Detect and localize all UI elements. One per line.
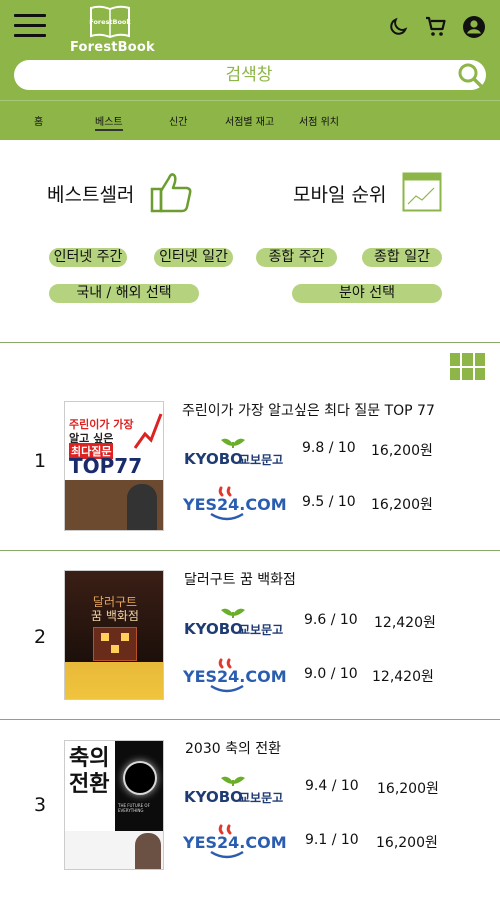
search-bar: [14, 60, 486, 90]
search-icon[interactable]: [456, 61, 484, 89]
cover-line: 꿈 백화점: [91, 609, 139, 623]
kyobo-logo[interactable]: KYOBO 교보문고: [183, 434, 289, 474]
filter-total-daily[interactable]: 종합 일간: [362, 248, 442, 267]
price: 16,200원: [377, 781, 439, 797]
tab-store-stock[interactable]: 서점별 재고: [225, 113, 274, 128]
kyobo-logo[interactable]: KYOBO 교보문고: [183, 604, 289, 644]
filter-internet-weekly[interactable]: 인터넷 주간: [49, 248, 127, 267]
search-input[interactable]: [14, 60, 454, 90]
tab-store-location[interactable]: 서점 위치: [299, 113, 339, 128]
kyobo-ko: 교보문고: [239, 791, 283, 805]
book-cover[interactable]: 달러구트 꿈 백화점: [64, 570, 164, 700]
divider: [0, 550, 500, 551]
book-title[interactable]: 달러구트 꿈 백화점: [184, 569, 296, 589]
nav-tabs: 홈 베스트 신간 서점별 재고 서점 위치: [0, 100, 500, 140]
rating: 9.8 / 10: [302, 440, 356, 456]
yes24-text: YES24.COM: [183, 495, 287, 514]
kyobo-en: KYOBO: [184, 450, 243, 468]
yes24-text: YES24.COM: [183, 667, 287, 686]
app-header: ForestBook ForestBook: [0, 0, 500, 100]
cover-line: THE FUTURE OF EVERYTHING: [118, 803, 150, 813]
rating: 9.4 / 10: [305, 778, 359, 794]
divider: [0, 342, 500, 343]
rank-number: 1: [33, 450, 47, 472]
menu-icon[interactable]: [14, 14, 46, 38]
cover-line: 전환: [69, 772, 110, 797]
kyobo-ko: 교보문고: [239, 453, 283, 467]
chart-icon: [402, 172, 442, 216]
price: 16,200원: [371, 497, 433, 513]
logo[interactable]: ForestBook ForestBook: [70, 4, 155, 56]
mobile-rank-title[interactable]: 모바일 순위: [293, 180, 386, 207]
kyobo-logo[interactable]: KYOBO 교보문고: [183, 772, 289, 812]
logo-text: ForestBook: [70, 40, 155, 55]
cart-icon[interactable]: [422, 13, 450, 41]
tab-new[interactable]: 신간: [169, 113, 187, 128]
book-title[interactable]: 2030 축의 전환: [185, 738, 281, 758]
rating: 9.6 / 10: [304, 612, 358, 628]
cover-line: TOP77: [69, 454, 143, 478]
filter-domestic-foreign[interactable]: 국내 / 해외 선택: [49, 284, 199, 303]
filter-internet-daily[interactable]: 인터넷 일간: [154, 248, 233, 267]
kyobo-en: KYOBO: [184, 620, 243, 638]
cover-line: 축의: [69, 746, 110, 771]
yes24-logo[interactable]: YES24.COM: [182, 822, 289, 866]
tab-best[interactable]: 베스트: [95, 113, 123, 131]
filter-field-select[interactable]: 분야 선택: [292, 284, 442, 303]
book-cover[interactable]: 축의 전환 THE FUTURE OF EVERYTHING: [64, 740, 164, 870]
thumbs-up-icon: [150, 170, 194, 218]
book-title[interactable]: 주린이가 가장 알고싶은 최다 질문 TOP 77: [182, 400, 435, 420]
kyobo-en: KYOBO: [184, 788, 243, 806]
yes24-text: YES24.COM: [183, 833, 287, 852]
book-cover[interactable]: 주린이가 가장 알고 싶은 최다질문 TOP77: [64, 401, 164, 531]
price: 12,420원: [372, 669, 434, 685]
logo-badge-text: ForestBook: [89, 18, 131, 26]
book-logo-icon: ForestBook: [89, 5, 131, 39]
yes24-logo[interactable]: YES24.COM: [182, 484, 289, 528]
moon-icon[interactable]: [384, 13, 412, 41]
price: 12,420원: [374, 615, 436, 631]
grid-view-icon[interactable]: [450, 353, 485, 380]
account-icon[interactable]: [460, 13, 488, 41]
rating: 9.1 / 10: [305, 832, 359, 848]
rank-number: 2: [33, 626, 47, 648]
filter-total-weekly[interactable]: 종합 주간: [256, 248, 337, 267]
price: 16,200원: [376, 835, 438, 851]
rating: 9.0 / 10: [304, 666, 358, 682]
yes24-logo[interactable]: YES24.COM: [182, 656, 289, 700]
rank-number: 3: [33, 794, 47, 816]
divider: [0, 719, 500, 720]
price: 16,200원: [371, 443, 433, 459]
rating: 9.5 / 10: [302, 494, 356, 510]
tab-home[interactable]: 홈: [34, 113, 43, 128]
kyobo-ko: 교보문고: [239, 623, 283, 637]
bestseller-title[interactable]: 베스트셀러: [47, 180, 134, 207]
